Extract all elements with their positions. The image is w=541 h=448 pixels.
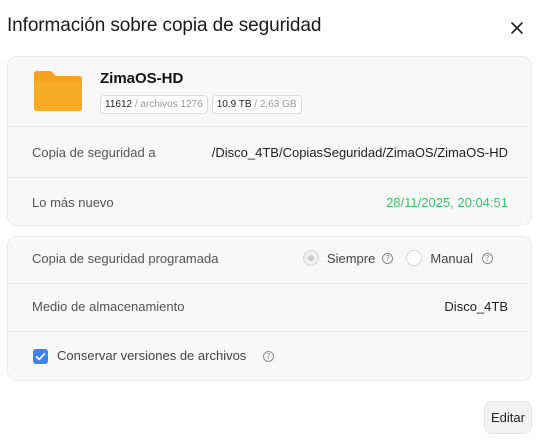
keep-versions-label: Conservar versiones de archivos: [57, 348, 247, 363]
size-badge: 10.9 TB / 2.63 GB: [211, 95, 302, 114]
storage-row: Medio de almacenamiento Disco_4TB: [8, 284, 531, 331]
backup-info-card: ZimaOS-HD 11612 / archivos 1276 10.9 TB …: [7, 56, 532, 226]
schedule-manual-label: Manual: [430, 250, 473, 266]
close-button[interactable]: [505, 16, 529, 40]
storage-label: Medio de almacenamiento: [32, 299, 185, 314]
help-icon[interactable]: ?: [382, 252, 394, 264]
destination-row: Copia de seguridad a /Disco_4TB/CopiasSe…: [8, 127, 531, 177]
schedule-options: Siempre ? Manual ?: [302, 250, 493, 266]
size-suffix: / 2.63 GB: [251, 99, 297, 110]
divider: [8, 331, 531, 332]
source-name: ZimaOS-HD: [100, 70, 184, 87]
backup-settings-card: Copia de seguridad programada Siempre ? …: [7, 236, 532, 381]
schedule-label: Copia de seguridad programada: [32, 251, 219, 266]
dialog-header: Información sobre copia de seguridad: [0, 0, 541, 56]
destination-label: Copia de seguridad a: [32, 145, 156, 160]
dialog-title: Información sobre copia de seguridad: [7, 15, 322, 36]
checkmark-icon: [35, 352, 46, 361]
size-value: 10.9 TB: [216, 99, 252, 110]
help-icon[interactable]: ?: [482, 252, 493, 264]
latest-value: 28/11/2025, 20:04:51: [386, 195, 508, 210]
files-suffix: / archivos 1276: [132, 99, 203, 110]
help-icon[interactable]: ?: [263, 351, 274, 362]
keep-versions-checkbox[interactable]: [33, 349, 48, 364]
destination-value: /Disco_4TB/CopiasSeguridad/ZimaOS/ZimaOS…: [211, 145, 508, 160]
close-icon: [511, 22, 523, 34]
files-count-badge: 11612 / archivos 1276: [100, 95, 208, 114]
edit-button[interactable]: Editar: [484, 401, 532, 434]
latest-row: Lo más nuevo 28/11/2025, 20:04:51: [8, 178, 531, 226]
latest-label: Lo más nuevo: [32, 195, 114, 210]
schedule-always-radio[interactable]: [302, 250, 319, 266]
schedule-row: Copia de seguridad programada Siempre ? …: [8, 237, 531, 283]
schedule-manual-radio[interactable]: [406, 250, 423, 266]
storage-value: Disco_4TB: [444, 299, 508, 314]
source-stats: 11612 / archivos 1276 10.9 TB / 2.63 GB: [100, 95, 302, 114]
files-count: 11612: [105, 99, 133, 110]
schedule-always-label: Siempre: [326, 250, 376, 266]
folder-icon: [33, 70, 83, 112]
